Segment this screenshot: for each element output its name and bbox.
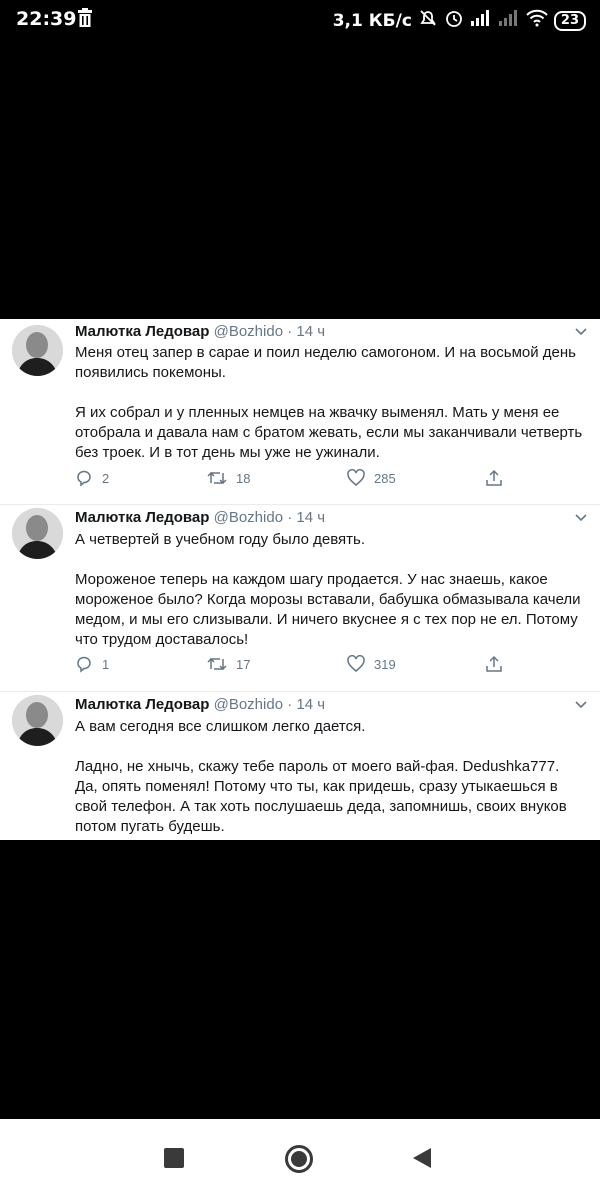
separator: · (287, 323, 293, 340)
network-speed: 3,1 КБ/с (332, 10, 412, 31)
retweet-button[interactable]: 18 (207, 469, 250, 487)
author-handle[interactable]: @Bozhido (214, 696, 283, 713)
mute-icon (418, 8, 438, 33)
tweet-paragraph: А четвертей в учебном году было девять. (75, 531, 366, 548)
author-name[interactable]: Малютка Ледовар (75, 696, 209, 713)
share-icon (485, 655, 503, 673)
retweet-button[interactable]: 17 (207, 655, 250, 673)
share-button[interactable] (485, 469, 503, 487)
retweet-count: 17 (236, 656, 251, 672)
author-handle[interactable]: @Bozhido (214, 509, 283, 526)
tweet-time[interactable]: 14 ч (296, 696, 325, 713)
status-time: 22:39 (16, 8, 77, 30)
chevron-down-icon[interactable] (574, 510, 588, 524)
author-handle[interactable]: @Bozhido (214, 323, 283, 340)
heart-icon (347, 469, 365, 487)
like-button[interactable]: 285 (347, 469, 396, 487)
tweet[interactable]: Малютка Ледовар @Bozhido · 14 ч Меня оте… (0, 319, 600, 504)
tweet-paragraph: Я их собрал и у пленных немцев на жвачку… (75, 404, 583, 461)
author-name[interactable]: Малютка Ледовар (75, 323, 209, 340)
alarm-icon (444, 8, 464, 33)
tweet-time[interactable]: 14 ч (296, 323, 325, 340)
reply-icon (75, 469, 93, 487)
tweet-text: А четвертей в учебном году было девять. … (75, 530, 585, 650)
tweet-paragraph: Мороженое теперь на каждом шагу продаетс… (75, 571, 581, 648)
chevron-down-icon[interactable] (574, 324, 588, 338)
like-count: 319 (374, 656, 396, 672)
tweet-thread: Малютка Ледовар @Bozhido · 14 ч Меня оте… (0, 319, 600, 840)
recents-square-icon[interactable] (163, 1147, 185, 1174)
wifi-icon (526, 9, 548, 32)
reply-count: 2 (102, 470, 110, 486)
tweet[interactable]: Малютка Ледовар @Bozhido · 14 ч А четвер… (0, 505, 600, 691)
tweet-header: Малютка Ледовар @Bozhido · 14 ч (75, 508, 325, 528)
author-name[interactable]: Малютка Ледовар (75, 509, 209, 526)
navigation-bar (0, 1119, 600, 1198)
tweet-header: Малютка Ледовар @Bozhido · 14 ч (75, 322, 325, 342)
share-button[interactable] (485, 655, 503, 673)
reply-icon (75, 655, 93, 673)
tweet[interactable]: Малютка Ледовар @Bozhido · 14 ч А вам се… (0, 692, 600, 840)
tweet-actions: 1 17 319 (75, 655, 515, 675)
tweet-header: Малютка Ледовар @Bozhido · 14 ч (75, 695, 325, 715)
separator: · (287, 509, 293, 526)
tweet-time[interactable]: 14 ч (296, 509, 325, 526)
chevron-down-icon[interactable] (574, 697, 588, 711)
avatar[interactable] (12, 508, 63, 559)
tweet-paragraph: Меня отец запер в сарае и поил неделю са… (75, 344, 576, 381)
like-button[interactable]: 319 (347, 655, 396, 673)
tweet-text: А вам сегодня все слишком легко дается. … (75, 717, 585, 837)
tweet-paragraph: Ладно, не хнычь, скажу тебе пароль от мо… (75, 758, 567, 835)
tweet-paragraph: А вам сегодня все слишком легко дается. (75, 718, 366, 735)
reply-button[interactable]: 1 (75, 655, 109, 673)
tweet-text: Меня отец запер в сарае и поил неделю са… (75, 343, 585, 463)
status-bar: 22:39 3,1 КБ/с 23 (0, 0, 600, 40)
avatar[interactable] (12, 695, 63, 746)
reply-button[interactable]: 2 (75, 469, 109, 487)
battery-icon: 23 (553, 10, 586, 31)
signal-icon (470, 9, 492, 32)
avatar[interactable] (12, 325, 63, 376)
trash-icon (78, 8, 92, 32)
back-triangle-icon[interactable] (412, 1147, 432, 1174)
retweet-count: 18 (236, 470, 251, 486)
heart-icon (347, 655, 365, 673)
like-count: 285 (374, 470, 396, 486)
share-icon (485, 469, 503, 487)
retweet-icon (207, 469, 227, 487)
tweet-actions: 2 18 285 (75, 469, 515, 489)
retweet-icon (207, 655, 227, 673)
signal-icon (498, 9, 520, 32)
reply-count: 1 (102, 656, 110, 672)
separator: · (287, 696, 293, 713)
home-circle-icon[interactable] (284, 1144, 314, 1179)
